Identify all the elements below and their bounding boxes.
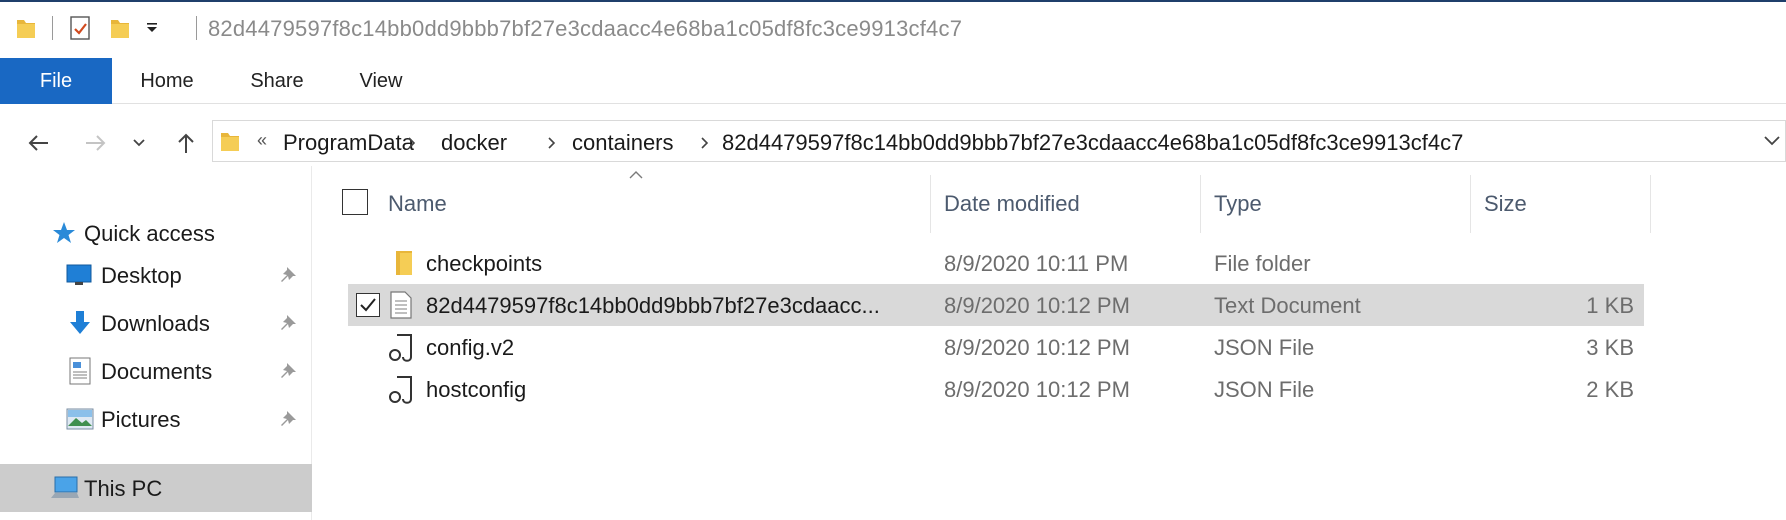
- file-name[interactable]: checkpoints: [426, 251, 542, 277]
- computer-icon: [51, 476, 79, 498]
- breadcrumb-overflow[interactable]: «: [257, 130, 267, 151]
- column-divider[interactable]: [1470, 175, 1471, 233]
- file-type: File folder: [1214, 251, 1311, 276]
- pictures-icon: [66, 408, 94, 430]
- column-header-date-modified[interactable]: Date modified: [944, 191, 1080, 217]
- file-size: 2 KB: [1586, 377, 1634, 402]
- sidebar-item-documents[interactable]: Documents: [0, 350, 312, 392]
- sidebar-item-label: Quick access: [84, 221, 215, 246]
- row-checkbox[interactable]: [356, 293, 380, 317]
- breadcrumb-container-id[interactable]: 82d4479597f8c14bb0dd9bbb7bf27e3cdaacc4e6…: [722, 130, 1463, 156]
- properties-icon[interactable]: [66, 14, 94, 42]
- chevron-right-icon[interactable]: [407, 136, 417, 150]
- sidebar-item-quick-access[interactable]: Quick access: [0, 212, 312, 254]
- breadcrumb-programdata[interactable]: ProgramData: [283, 130, 414, 156]
- forward-button[interactable]: [80, 128, 112, 158]
- file-name[interactable]: hostconfig: [426, 377, 526, 403]
- file-date-modified: 8/9/2020 10:12 PM: [944, 335, 1130, 360]
- documents-icon: [69, 357, 91, 385]
- tab-view[interactable]: View: [342, 58, 420, 104]
- recent-locations-button[interactable]: [128, 128, 150, 158]
- new-folder-icon[interactable]: [106, 14, 134, 42]
- file-row-text-document[interactable]: 82d4479597f8c14bb0dd9bbb7bf27e3cdaacc...…: [348, 284, 1644, 326]
- column-divider[interactable]: [1650, 175, 1651, 233]
- text-file-icon: [390, 291, 412, 319]
- window-title: 82d4479597f8c14bb0dd9bbb7bf27e3cdaacc4e6…: [208, 16, 963, 41]
- sidebar-item-this-pc[interactable]: This PC: [0, 464, 312, 512]
- file-type: JSON File: [1214, 377, 1315, 402]
- sidebar-item-desktop[interactable]: Desktop: [0, 254, 312, 296]
- toolbar-separator: [52, 16, 53, 40]
- column-header-size[interactable]: Size: [1484, 191, 1527, 217]
- json-file-icon: [389, 334, 412, 362]
- sidebar-item-label: This PC: [84, 476, 163, 501]
- json-file-icon: [389, 376, 412, 404]
- download-arrow-icon: [70, 311, 90, 334]
- sidebar-item-label: Downloads: [101, 311, 210, 336]
- file-row-config-v2[interactable]: config.v2 8/9/2020 10:12 PM JSON File 3 …: [348, 326, 1644, 368]
- sidebar-item-label: Documents: [101, 359, 213, 384]
- sidebar-item-label: Desktop: [101, 263, 182, 288]
- tab-share[interactable]: Share: [230, 58, 324, 104]
- pin-icon[interactable]: [278, 408, 298, 428]
- chevron-right-icon[interactable]: [700, 136, 710, 150]
- address-dropdown-chevron-icon[interactable]: [1763, 135, 1781, 147]
- customize-toolbar-chevron-icon[interactable]: [142, 14, 162, 42]
- sidebar-item-downloads[interactable]: Downloads: [0, 302, 312, 344]
- file-date-modified: 8/9/2020 10:12 PM: [944, 377, 1130, 402]
- tab-home[interactable]: Home: [122, 58, 212, 104]
- file-type: JSON File: [1214, 335, 1315, 360]
- sidebar-item-label: Pictures: [101, 407, 181, 432]
- column-divider[interactable]: [930, 175, 931, 233]
- folder-icon: [221, 133, 239, 151]
- column-header-name[interactable]: Name: [388, 191, 447, 217]
- star-icon: [53, 222, 75, 243]
- back-button[interactable]: [22, 128, 54, 158]
- file-date-modified: 8/9/2020 10:11 PM: [944, 251, 1129, 276]
- chevron-right-icon[interactable]: [547, 136, 557, 150]
- folder-icon[interactable]: [12, 14, 40, 42]
- file-name[interactable]: 82d4479597f8c14bb0dd9bbb7bf27e3cdaacc...: [426, 293, 880, 319]
- title-bar-top-border: [0, 0, 1786, 2]
- file-type: Text Document: [1214, 293, 1361, 318]
- checkmark-icon: [360, 298, 376, 312]
- back-arrow-icon: [28, 135, 48, 151]
- breadcrumb-containers[interactable]: containers: [572, 130, 674, 156]
- up-button[interactable]: [170, 128, 202, 158]
- tab-file[interactable]: File: [0, 58, 112, 104]
- file-row-checkpoints[interactable]: checkpoints 8/9/2020 10:11 PM File folde…: [348, 242, 1644, 284]
- pin-icon[interactable]: [278, 264, 298, 284]
- chevron-down-icon: [133, 139, 145, 147]
- up-arrow-icon: [178, 133, 194, 153]
- folder-icon: [396, 251, 412, 275]
- file-row-hostconfig[interactable]: hostconfig 8/9/2020 10:12 PM JSON File 2…: [348, 368, 1644, 410]
- file-size: 1 KB: [1586, 293, 1634, 318]
- address-bar[interactable]: « ProgramData docker containers 82d44795…: [212, 120, 1786, 162]
- desktop-icon: [66, 264, 92, 285]
- column-header: Name Date modified Type Size: [330, 175, 1651, 233]
- file-name[interactable]: config.v2: [426, 335, 514, 361]
- column-divider[interactable]: [1200, 175, 1201, 233]
- file-size: 3 KB: [1586, 335, 1634, 360]
- column-header-type[interactable]: Type: [1214, 191, 1262, 217]
- title-bar: 82d4479597f8c14bb0dd9bbb7bf27e3cdaacc4e6…: [0, 0, 1786, 56]
- ribbon-tabs: File Home Share View: [0, 58, 1786, 104]
- sidebar-item-pictures[interactable]: Pictures: [0, 398, 312, 440]
- file-date-modified: 8/9/2020 10:12 PM: [944, 293, 1130, 318]
- breadcrumb-docker[interactable]: docker: [441, 130, 507, 156]
- forward-arrow-icon: [86, 135, 106, 151]
- title-separator: [196, 16, 197, 40]
- pin-icon[interactable]: [278, 312, 298, 332]
- pin-icon[interactable]: [278, 360, 298, 380]
- navigation-pane: Quick access Desktop Downloads Documents…: [0, 166, 312, 520]
